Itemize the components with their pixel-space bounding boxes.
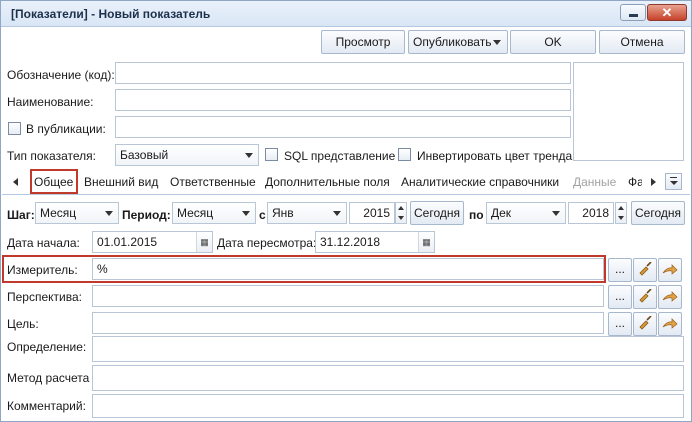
chevron-right-icon[interactable] [651, 178, 656, 186]
chevron-down-icon [552, 211, 560, 216]
to-month-value: Дек [491, 206, 512, 220]
window-title: [Показатели] - Новый показатель [11, 7, 211, 21]
perspective-goto-button[interactable] [658, 285, 682, 309]
tab-extra-fields[interactable]: Дополнительные поля [265, 175, 390, 189]
perspective-field[interactable] [92, 285, 604, 307]
broom-icon [639, 289, 652, 303]
review-date-field[interactable]: 31.12.2018 ▦ [315, 231, 435, 253]
start-date-field[interactable]: 01.01.2015 ▦ [92, 231, 213, 253]
title-bar: [Показатели] - Новый показатель ✕ [1, 1, 691, 27]
from-year-field[interactable]: 2015 [349, 202, 395, 224]
today-to-button[interactable]: Сегодня [631, 201, 685, 225]
arrow-icon [662, 291, 678, 302]
general-tab-highlight [30, 169, 78, 194]
measure-row-highlight [2, 255, 606, 283]
period-select[interactable]: Месяц [172, 202, 256, 224]
broom-icon [639, 316, 652, 330]
type-select[interactable]: Базовый [115, 144, 259, 166]
broom-icon [639, 262, 652, 276]
publish-label: Опубликовать [413, 35, 492, 49]
tabs-menu-button[interactable] [665, 173, 682, 190]
to-month-select[interactable]: Дек [486, 202, 566, 224]
arrow-up-icon [618, 206, 624, 210]
tab-analytic-dicts[interactable]: Аналитические справочники [401, 175, 559, 189]
measure-goto-button[interactable] [658, 258, 682, 282]
tab-data: Данные [573, 175, 617, 189]
period-value: Месяц [177, 206, 214, 220]
chevron-down-icon [245, 153, 253, 158]
from-month-select[interactable]: Янв [267, 202, 347, 224]
perspective-label: Перспектива: [7, 290, 82, 304]
method-label: Метод расчета [7, 371, 90, 385]
arrow-down-icon [618, 216, 624, 220]
goal-label: Цель: [7, 317, 39, 331]
calendar-icon[interactable]: ▦ [418, 232, 434, 252]
in-pub-checkbox[interactable] [8, 122, 21, 135]
from-label: с [259, 208, 266, 222]
from-month-value: Янв [272, 206, 294, 220]
definition-label: Определение: [7, 340, 87, 354]
to-year-field[interactable]: 2018 [568, 202, 614, 224]
arrow-icon [662, 264, 678, 275]
arrow-up-icon [398, 206, 404, 210]
to-label: по [469, 208, 484, 222]
measure-clear-button[interactable] [633, 258, 657, 282]
calendar-icon[interactable]: ▦ [196, 232, 212, 252]
definition-field[interactable] [92, 336, 684, 362]
from-year-spinner[interactable] [395, 202, 407, 224]
chevron-down-icon [105, 211, 113, 216]
tab-appearance[interactable]: Внешний вид [84, 175, 158, 189]
review-date-label: Дата пересмотра: [217, 236, 317, 250]
type-label: Тип показателя: [7, 149, 96, 163]
dialog-window: [Показатели] - Новый показатель ✕ Просмо… [0, 0, 692, 422]
sql-checkbox[interactable] [265, 148, 278, 161]
goal-goto-button[interactable] [658, 312, 682, 336]
sql-label: SQL представление [284, 149, 396, 163]
invert-trend-checkbox[interactable] [398, 148, 411, 161]
close-button[interactable]: ✕ [647, 4, 687, 21]
goal-select-button[interactable]: ... [608, 312, 632, 336]
method-field[interactable] [92, 365, 684, 391]
step-value: Месяц [40, 206, 77, 220]
minimize-button[interactable] [620, 4, 646, 21]
ok-button[interactable]: OK [510, 30, 596, 54]
perspective-clear-button[interactable] [633, 285, 657, 309]
cancel-button[interactable]: Отмена [599, 30, 685, 54]
tab-more[interactable]: Фа [628, 175, 642, 189]
goal-field[interactable] [92, 312, 604, 334]
period-label: Период: [122, 208, 171, 222]
measure-select-button[interactable]: ... [608, 258, 632, 282]
chevron-down-icon [333, 211, 341, 216]
chevron-left-icon[interactable] [13, 178, 18, 186]
tab-responsible[interactable]: Ответственные [170, 175, 256, 189]
goal-clear-button[interactable] [633, 312, 657, 336]
comment-field[interactable] [92, 394, 684, 418]
to-year-spinner[interactable] [615, 202, 627, 224]
in-pub-field[interactable] [115, 116, 571, 138]
perspective-select-button[interactable]: ... [608, 285, 632, 309]
arrow-icon [662, 318, 678, 329]
start-date-label: Дата начала: [7, 236, 80, 250]
today-from-button[interactable]: Сегодня [410, 201, 464, 225]
step-select[interactable]: Месяц [35, 202, 119, 224]
type-value: Базовый [120, 148, 169, 162]
code-label: Обозначение (код): [7, 68, 115, 82]
publish-button[interactable]: Опубликовать [408, 30, 508, 54]
name-field[interactable] [115, 89, 571, 111]
in-pub-label: В публикации: [26, 122, 106, 136]
code-field[interactable] [115, 62, 571, 84]
name-label: Наименование: [7, 95, 94, 109]
start-date-value: 01.01.2015 [97, 235, 158, 249]
close-icon: ✕ [661, 5, 673, 20]
chevron-down-icon [493, 40, 501, 45]
step-label: Шаг: [7, 208, 35, 222]
chevron-down-icon [242, 211, 250, 216]
preview-button[interactable]: Просмотр [321, 30, 405, 54]
comment-label: Комментарий: [7, 399, 86, 413]
arrow-down-icon [398, 216, 404, 220]
tab-bar: Общее Внешний вид Ответственные Дополнит… [2, 171, 690, 195]
invert-trend-label: Инвертировать цвет тренда [417, 149, 573, 163]
image-box[interactable] [573, 62, 684, 161]
review-date-value: 31.12.2018 [320, 235, 381, 249]
